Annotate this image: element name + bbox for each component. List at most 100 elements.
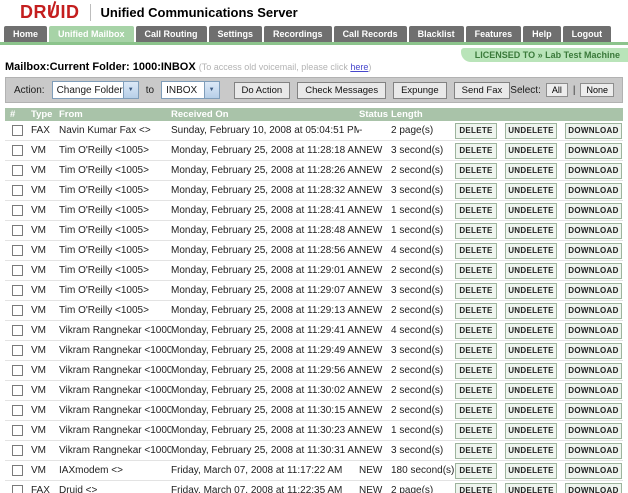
nav-tab-home[interactable]: Home — [4, 26, 47, 42]
nav-tab-features[interactable]: Features — [466, 26, 522, 42]
undelete-button[interactable]: UNDELETE — [505, 403, 557, 419]
download-button[interactable]: DOWNLOAD — [565, 183, 622, 199]
delete-button[interactable]: DELETE — [455, 483, 497, 493]
download-button[interactable]: DOWNLOAD — [565, 163, 622, 179]
action-select[interactable]: Change Folder ▼ — [52, 81, 139, 99]
download-button[interactable]: DOWNLOAD — [565, 303, 622, 319]
row-checkbox[interactable] — [12, 165, 23, 176]
message-type: VM — [31, 245, 59, 256]
delete-button[interactable]: DELETE — [455, 303, 497, 319]
row-checkbox[interactable] — [12, 305, 23, 316]
delete-button[interactable]: DELETE — [455, 403, 497, 419]
undelete-button[interactable]: UNDELETE — [505, 463, 557, 479]
row-checkbox[interactable] — [12, 465, 23, 476]
row-checkbox[interactable] — [12, 225, 23, 236]
delete-button[interactable]: DELETE — [455, 163, 497, 179]
chevron-down-icon[interactable]: ▼ — [123, 82, 138, 98]
undelete-button[interactable]: UNDELETE — [505, 303, 557, 319]
chevron-down-icon[interactable]: ▼ — [204, 82, 219, 98]
download-button[interactable]: DOWNLOAD — [565, 203, 622, 219]
delete-button[interactable]: DELETE — [455, 183, 497, 199]
download-button[interactable]: DOWNLOAD — [565, 443, 622, 459]
delete-button[interactable]: DELETE — [455, 223, 497, 239]
old-voicemail-link[interactable]: here — [350, 62, 368, 72]
expunge-button[interactable]: Expunge — [393, 82, 447, 99]
delete-button[interactable]: DELETE — [455, 383, 497, 399]
select-none-button[interactable]: None — [580, 83, 614, 97]
download-button[interactable]: DOWNLOAD — [565, 423, 622, 439]
undelete-button[interactable]: UNDELETE — [505, 483, 557, 493]
delete-button[interactable]: DELETE — [455, 143, 497, 159]
delete-button[interactable]: DELETE — [455, 323, 497, 339]
row-checkbox[interactable] — [12, 265, 23, 276]
row-checkbox[interactable] — [12, 285, 23, 296]
nav-tab-unified-mailbox[interactable]: Unified Mailbox — [49, 26, 134, 42]
nav-tab-blacklist[interactable]: Blacklist — [409, 26, 464, 42]
delete-button[interactable]: DELETE — [455, 363, 497, 379]
delete-button[interactable]: DELETE — [455, 243, 497, 259]
delete-button[interactable]: DELETE — [455, 123, 497, 139]
check-messages-button[interactable]: Check Messages — [297, 82, 386, 99]
delete-button[interactable]: DELETE — [455, 463, 497, 479]
row-checkbox[interactable] — [12, 445, 23, 456]
download-button[interactable]: DOWNLOAD — [565, 483, 622, 493]
download-button[interactable]: DOWNLOAD — [565, 323, 622, 339]
download-button[interactable]: DOWNLOAD — [565, 123, 622, 139]
row-checkbox[interactable] — [12, 425, 23, 436]
undelete-button[interactable]: UNDELETE — [505, 323, 557, 339]
nav-tab-recordings[interactable]: Recordings — [264, 26, 332, 42]
message-from: Vikram Rangnekar <1000> — [59, 445, 171, 456]
nav-tab-help[interactable]: Help — [523, 26, 561, 42]
undelete-button[interactable]: UNDELETE — [505, 143, 557, 159]
undelete-button[interactable]: UNDELETE — [505, 183, 557, 199]
row-checkbox[interactable] — [12, 345, 23, 356]
delete-button[interactable]: DELETE — [455, 203, 497, 219]
delete-button[interactable]: DELETE — [455, 423, 497, 439]
download-button[interactable]: DOWNLOAD — [565, 243, 622, 259]
delete-button[interactable]: DELETE — [455, 343, 497, 359]
row-checkbox[interactable] — [12, 405, 23, 416]
delete-button[interactable]: DELETE — [455, 283, 497, 299]
download-button[interactable]: DOWNLOAD — [565, 143, 622, 159]
delete-button[interactable]: DELETE — [455, 443, 497, 459]
download-button[interactable]: DOWNLOAD — [565, 223, 622, 239]
select-all-button[interactable]: All — [546, 83, 568, 97]
row-checkbox[interactable] — [12, 205, 23, 216]
row-checkbox[interactable] — [12, 145, 23, 156]
row-checkbox[interactable] — [12, 245, 23, 256]
undelete-button[interactable]: UNDELETE — [505, 383, 557, 399]
row-checkbox[interactable] — [12, 365, 23, 376]
druid-logo: DRUID — [20, 2, 80, 23]
undelete-button[interactable]: UNDELETE — [505, 363, 557, 379]
download-button[interactable]: DOWNLOAD — [565, 383, 622, 399]
do-action-button[interactable]: Do Action — [234, 82, 291, 99]
delete-button[interactable]: DELETE — [455, 263, 497, 279]
undelete-button[interactable]: UNDELETE — [505, 123, 557, 139]
download-button[interactable]: DOWNLOAD — [565, 283, 622, 299]
undelete-button[interactable]: UNDELETE — [505, 423, 557, 439]
download-button[interactable]: DOWNLOAD — [565, 263, 622, 279]
undelete-button[interactable]: UNDELETE — [505, 243, 557, 259]
undelete-button[interactable]: UNDELETE — [505, 163, 557, 179]
download-button[interactable]: DOWNLOAD — [565, 463, 622, 479]
folder-select[interactable]: INBOX ▼ — [161, 81, 219, 99]
row-checkbox[interactable] — [12, 185, 23, 196]
download-button[interactable]: DOWNLOAD — [565, 363, 622, 379]
undelete-button[interactable]: UNDELETE — [505, 263, 557, 279]
nav-tab-call-routing[interactable]: Call Routing — [136, 26, 207, 42]
nav-tab-settings[interactable]: Settings — [209, 26, 263, 42]
nav-tab-call-records[interactable]: Call Records — [334, 26, 407, 42]
nav-tab-logout[interactable]: Logout — [563, 26, 612, 42]
row-checkbox[interactable] — [12, 325, 23, 336]
row-checkbox[interactable] — [12, 385, 23, 396]
undelete-button[interactable]: UNDELETE — [505, 203, 557, 219]
download-button[interactable]: DOWNLOAD — [565, 343, 622, 359]
undelete-button[interactable]: UNDELETE — [505, 443, 557, 459]
undelete-button[interactable]: UNDELETE — [505, 223, 557, 239]
download-button[interactable]: DOWNLOAD — [565, 403, 622, 419]
row-checkbox[interactable] — [12, 485, 23, 493]
row-checkbox[interactable] — [12, 125, 23, 136]
send-fax-button[interactable]: Send Fax — [454, 82, 511, 99]
undelete-button[interactable]: UNDELETE — [505, 343, 557, 359]
undelete-button[interactable]: UNDELETE — [505, 283, 557, 299]
